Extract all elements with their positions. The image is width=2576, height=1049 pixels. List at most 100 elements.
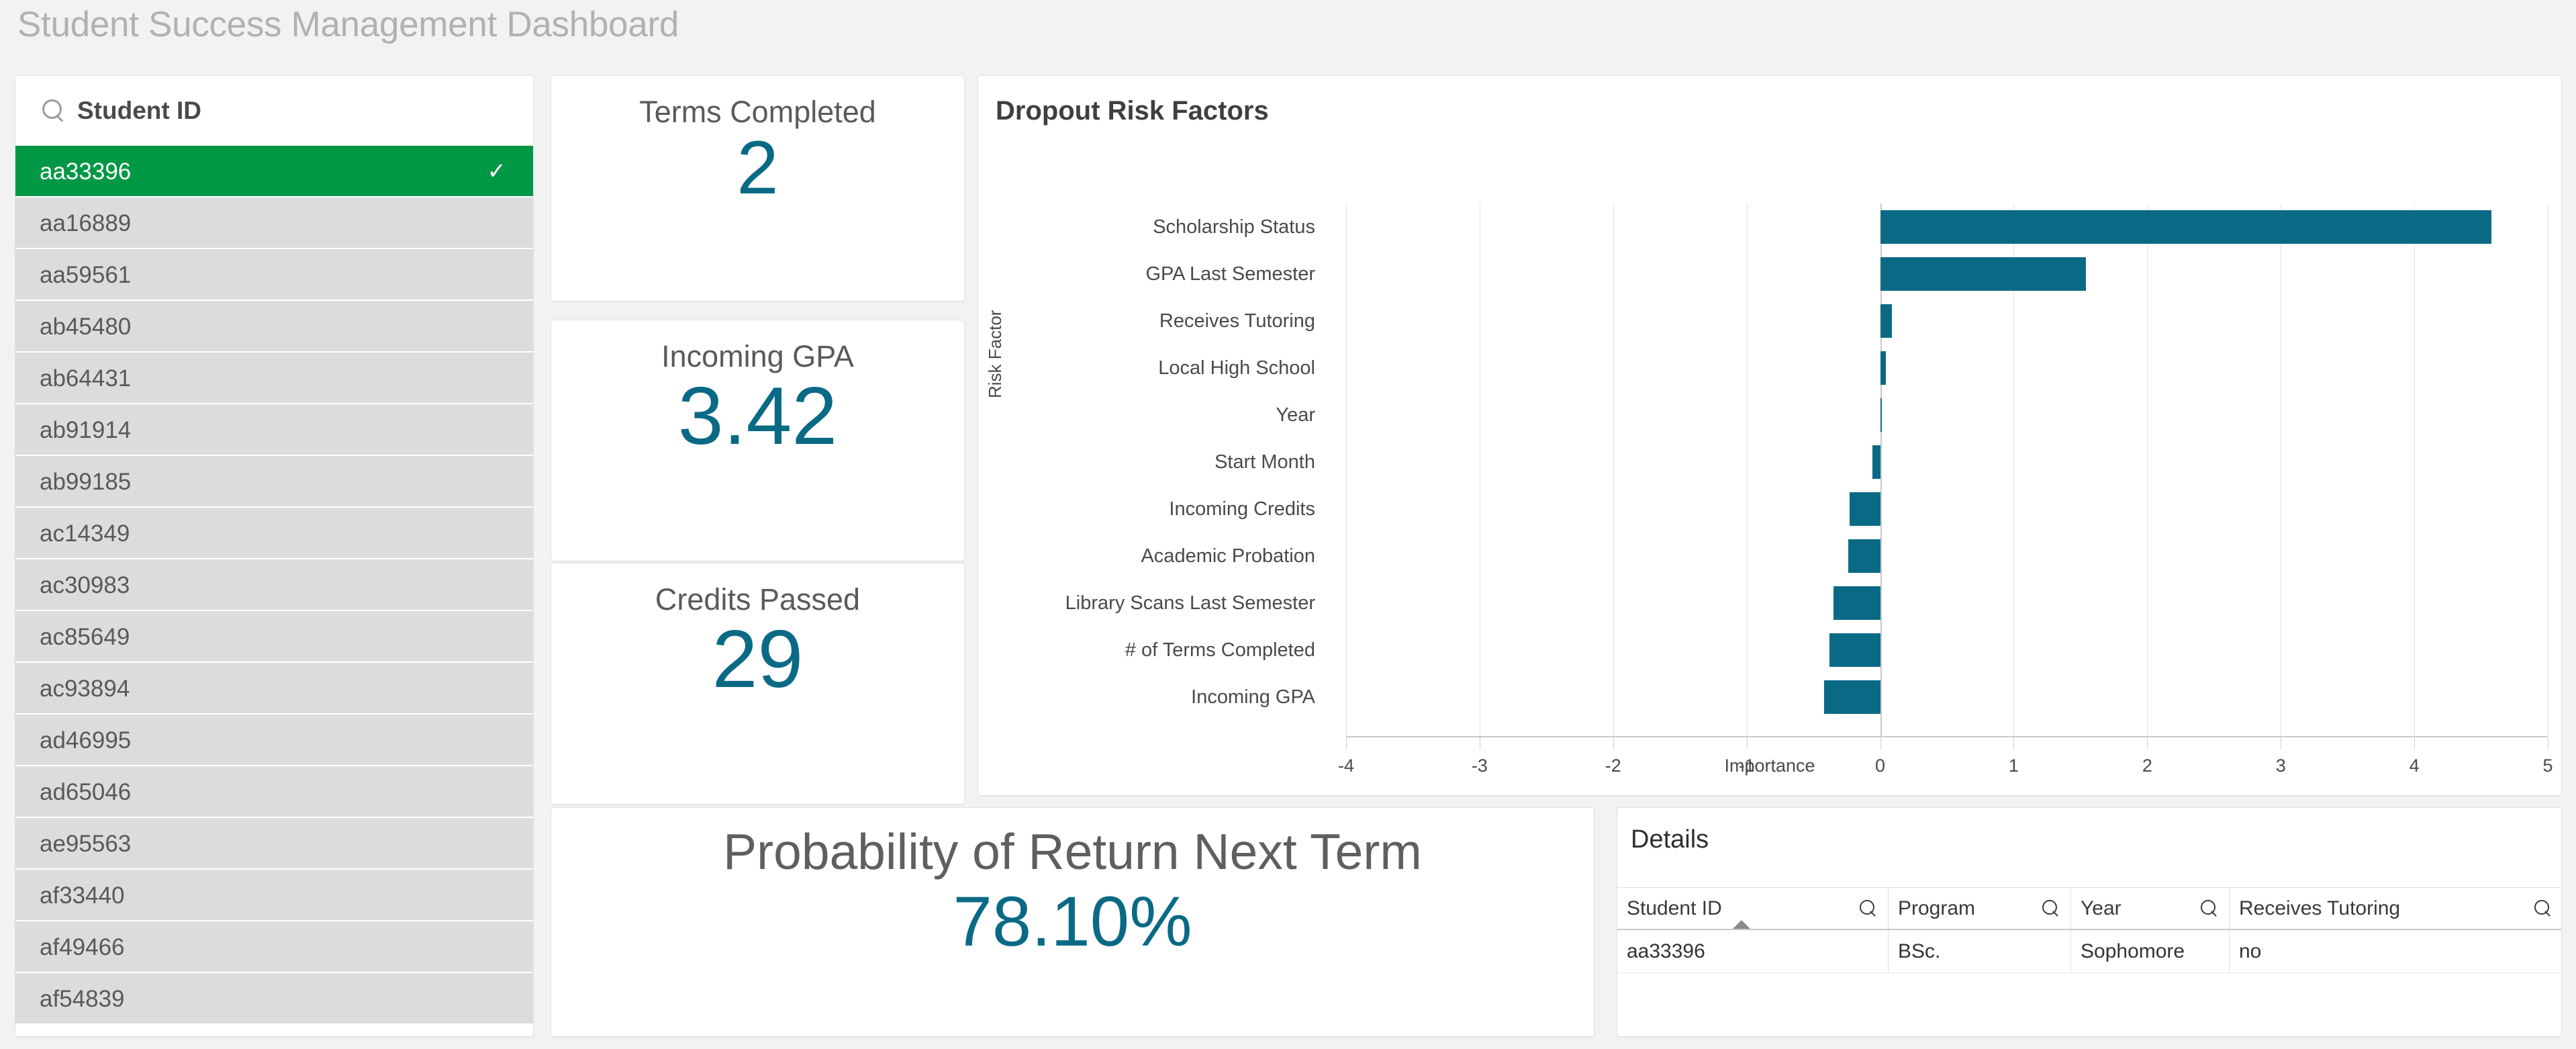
column-header[interactable]: Program (1889, 888, 2071, 929)
check-icon: ✓ (487, 158, 507, 184)
search-icon[interactable] (2201, 899, 2218, 917)
list-item[interactable]: af33440 (15, 870, 533, 921)
bar-row (1346, 298, 2548, 345)
bar[interactable] (1849, 492, 1880, 526)
dashboard-root: Student Success Management Dashboard Stu… (0, 0, 2576, 1049)
search-icon[interactable] (1860, 899, 1877, 917)
list-item-label: af54839 (40, 986, 125, 1012)
y-axis-tick-label: Year (1276, 404, 1315, 426)
x-axis-tick (1746, 737, 1748, 749)
table-row[interactable]: aa33396 BSc. Sophomore no (1617, 930, 2561, 973)
list-item[interactable]: ac30983 (15, 559, 533, 611)
list-item-label: aa33396 (40, 158, 132, 185)
list-item-label: ac93894 (40, 676, 130, 702)
bar[interactable] (1833, 586, 1880, 620)
kpi-terms-completed: Terms Completed 2 (551, 75, 965, 302)
dropout-risk-factors-chart: Dropout Risk Factors Risk Factor Scholar… (977, 75, 2562, 796)
sort-ascending-icon (1733, 920, 1750, 929)
details-title: Details (1631, 825, 1709, 854)
column-header-label: Program (1898, 897, 1976, 919)
student-id-filter-panel: Student ID aa33396 ✓ aa16889 aa59561 ab45480… (15, 75, 534, 1037)
kpi-title: Terms Completed (639, 95, 876, 129)
table-cell[interactable]: aa33396 (1617, 930, 1889, 972)
search-icon[interactable] (2534, 899, 2552, 917)
list-item-label: ad65046 (40, 779, 132, 805)
list-item[interactable]: ab45480 (15, 301, 533, 353)
kpi-value: 78.10% (953, 882, 1192, 961)
list-item[interactable]: ab64431 (15, 353, 533, 404)
list-item-label: aa59561 (40, 262, 132, 288)
list-item-label: aa16889 (40, 210, 132, 236)
y-axis-tick-label: Incoming GPA (1191, 686, 1315, 708)
y-axis-tick-label: Academic Probation (1141, 545, 1315, 567)
bar-row (1346, 345, 2548, 392)
list-item-label: ab45480 (40, 314, 132, 340)
y-axis-tick-label: Library Scans Last Semester (1065, 592, 1315, 614)
search-row[interactable]: Student ID (15, 76, 533, 146)
list-item[interactable]: af54839 (15, 973, 533, 1025)
list-item-label: ac14349 (40, 520, 130, 547)
list-item[interactable]: af49466 (15, 921, 533, 973)
kpi-value: 3.42 (677, 370, 838, 461)
kpi-title: Credits Passed (655, 582, 861, 617)
bar[interactable] (1880, 304, 1893, 338)
bar[interactable] (1872, 445, 1880, 479)
list-item-label: ad46995 (40, 727, 132, 754)
bar-row (1346, 250, 2548, 298)
table-body: aa33396 BSc. Sophomore no (1617, 930, 2561, 973)
column-header[interactable]: Year (2071, 888, 2230, 929)
chart-plot: Risk Factor Scholarship Status GPA Last S… (978, 76, 2561, 795)
list-item[interactable]: ac93894 (15, 663, 533, 715)
list-item[interactable]: ac85649 (15, 611, 533, 663)
x-axis-tick (1880, 737, 1881, 749)
list-item[interactable]: aa16889 (15, 197, 533, 249)
list-item[interactable]: ad65046 (15, 766, 533, 818)
bar[interactable] (1848, 539, 1880, 573)
search-input[interactable]: Student ID (77, 97, 201, 125)
kpi-probability-of-return: Probability of Return Next Term 78.10% (551, 807, 1594, 1037)
list-item[interactable]: ab91914 (15, 404, 533, 456)
list-item-label: ab99185 (40, 469, 132, 495)
list-item-label: ac30983 (40, 572, 130, 598)
bar-row (1346, 580, 2548, 627)
search-icon (40, 97, 66, 124)
list-item[interactable]: ab99185 (15, 456, 533, 508)
search-icon[interactable] (2042, 899, 2060, 917)
bar[interactable] (1880, 351, 1886, 385)
kpi-value: 2 (736, 126, 779, 210)
details-table: Student ID Program Year Receives Tutoring a… (1617, 887, 2561, 973)
table-cell[interactable]: Sophomore (2071, 930, 2230, 972)
page-title: Student Success Management Dashboard (17, 5, 679, 44)
y-axis-tick-label: # of Terms Completed (1125, 639, 1315, 661)
kpi-incoming-gpa: Incoming GPA 3.42 (551, 320, 965, 561)
y-axis-tick-label: Incoming Credits (1169, 498, 1315, 520)
list-item-label: ab91914 (40, 417, 132, 443)
list-item[interactable]: aa59561 (15, 249, 533, 301)
table-cell[interactable]: BSc. (1889, 930, 2071, 972)
bar-row (1346, 533, 2548, 580)
bar[interactable] (1880, 257, 2086, 291)
list-item[interactable]: ae95563 (15, 818, 533, 870)
bar[interactable] (1824, 680, 1880, 714)
student-id-listbox[interactable]: aa33396 ✓ aa16889 aa59561 ab45480 ab64431 ab91… (15, 146, 533, 1025)
bar-row (1346, 392, 2548, 439)
kpi-value: 29 (712, 613, 804, 704)
column-header[interactable]: Student ID (1617, 888, 1889, 929)
x-axis-tick (1613, 737, 1614, 749)
column-header-label: Student ID (1627, 897, 1722, 919)
list-item[interactable]: aa33396 ✓ (15, 146, 533, 197)
bar-row (1346, 439, 2548, 486)
bar-row (1346, 674, 2548, 721)
details-panel: Details Student ID Program Year Receives Tu… (1617, 807, 2562, 1037)
table-header-row: Student ID Program Year Receives Tutoring (1617, 887, 2561, 930)
list-item-label: ab64431 (40, 365, 132, 392)
bar[interactable] (1829, 633, 1880, 667)
bar[interactable] (1880, 210, 2492, 244)
list-item[interactable]: ac14349 (15, 508, 533, 559)
list-item[interactable]: ad46995 (15, 715, 533, 766)
kpi-credits-passed: Credits Passed 29 (551, 563, 965, 805)
x-axis-tick (1346, 737, 1347, 749)
table-cell[interactable]: no (2230, 930, 2561, 972)
bar[interactable] (1880, 398, 1882, 432)
column-header[interactable]: Receives Tutoring (2230, 888, 2561, 929)
